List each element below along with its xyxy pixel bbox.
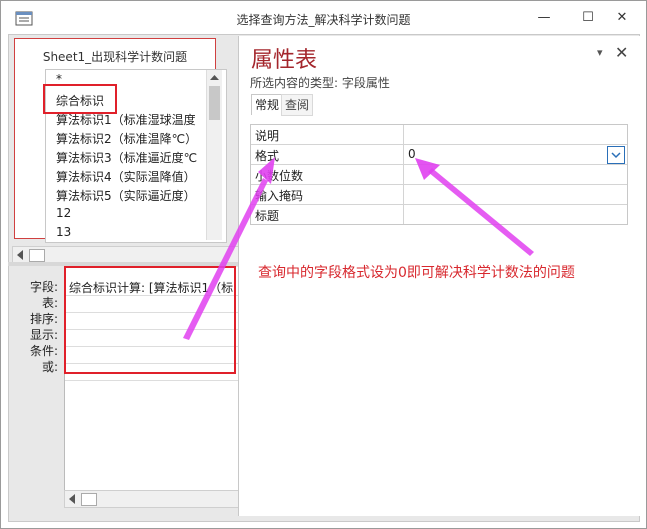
- field-item[interactable]: 算法标识2（标准温降℃）: [56, 130, 197, 147]
- tab-general[interactable]: 常规: [251, 94, 284, 115]
- row-label-table: 表:: [41, 296, 58, 310]
- field-item[interactable]: 13: [56, 225, 71, 239]
- row-label-criteria: 条件:: [29, 344, 58, 358]
- property-name: 小数位数: [255, 169, 304, 183]
- row-label-sort: 排序:: [29, 312, 58, 326]
- property-name: 标题: [255, 209, 280, 223]
- title-bar: 选择查询方法_解决科学计数问题 — ☐ ✕: [1, 1, 646, 35]
- annotation-text: 查询中的字段格式设为0即可解决科学计数法的问题: [258, 265, 575, 281]
- field-item[interactable]: 算法标识5（实际逼近度）: [56, 187, 196, 204]
- property-row-decimal-places[interactable]: 小数位数: [251, 165, 627, 185]
- grid-scrollbar[interactable]: [64, 490, 240, 508]
- scroll-up-icon[interactable]: [210, 74, 219, 81]
- scroll-left-icon[interactable]: [68, 494, 76, 504]
- property-value-field[interactable]: [403, 185, 626, 204]
- close-icon[interactable]: ✕: [615, 43, 628, 62]
- scroll-left-icon[interactable]: [16, 250, 24, 260]
- property-table: 说明 格式 0 小数位数 输入掩码 标题: [250, 124, 628, 225]
- property-value-field[interactable]: 0: [403, 145, 626, 164]
- property-value-field[interactable]: [403, 125, 626, 144]
- selection-type-label: 所选内容的类型: 字段属性: [250, 76, 390, 90]
- chevron-down-icon[interactable]: [608, 147, 624, 163]
- row-label-show: 显示:: [29, 328, 58, 342]
- highlight-grid-box: [64, 266, 236, 374]
- tab-lookup[interactable]: 查阅: [281, 94, 314, 116]
- scroll-thumb[interactable]: [209, 86, 220, 120]
- format-value[interactable]: 0: [408, 147, 416, 161]
- minimize-button[interactable]: —: [529, 7, 559, 29]
- row-label-field: 字段:: [29, 280, 58, 294]
- table-field-list[interactable]: Sheet1_出现科学计数问题 * 综合标识 算法标识1（标准湿球温度 算法标识…: [14, 38, 227, 243]
- property-row-format[interactable]: 格式 0: [251, 145, 627, 165]
- scroll-thumb[interactable]: [81, 493, 97, 506]
- property-value-field[interactable]: [403, 205, 626, 224]
- scroll-thumb[interactable]: [29, 249, 45, 262]
- field-item[interactable]: 算法标识3（标准逼近度℃: [56, 149, 197, 166]
- table-title: Sheet1_出现科学计数问题: [42, 50, 188, 64]
- grid-row-labels: 字段: 表: 排序: 显示: 条件: 或:: [14, 278, 58, 378]
- field-item[interactable]: 12: [56, 206, 71, 220]
- property-sheet-title: 属性表: [251, 48, 318, 73]
- maximize-button[interactable]: ☐: [573, 7, 603, 29]
- highlight-field-box: [43, 84, 117, 114]
- field-item[interactable]: 算法标识4（实际温降值）: [56, 168, 196, 185]
- property-name: 格式: [255, 149, 280, 163]
- close-button[interactable]: ✕: [607, 7, 637, 29]
- field-list-scrollbar[interactable]: [206, 70, 222, 240]
- property-name: 输入掩码: [255, 189, 304, 203]
- property-row-description[interactable]: 说明: [251, 125, 627, 145]
- property-name: 说明: [255, 129, 280, 143]
- property-row-caption[interactable]: 标题: [251, 205, 627, 224]
- property-row-input-mask[interactable]: 输入掩码: [251, 185, 627, 205]
- dropdown-button[interactable]: [607, 146, 625, 164]
- row-label-or: 或:: [41, 360, 58, 374]
- property-value-field[interactable]: [403, 165, 626, 184]
- chevron-down-icon[interactable]: ▾: [597, 46, 603, 59]
